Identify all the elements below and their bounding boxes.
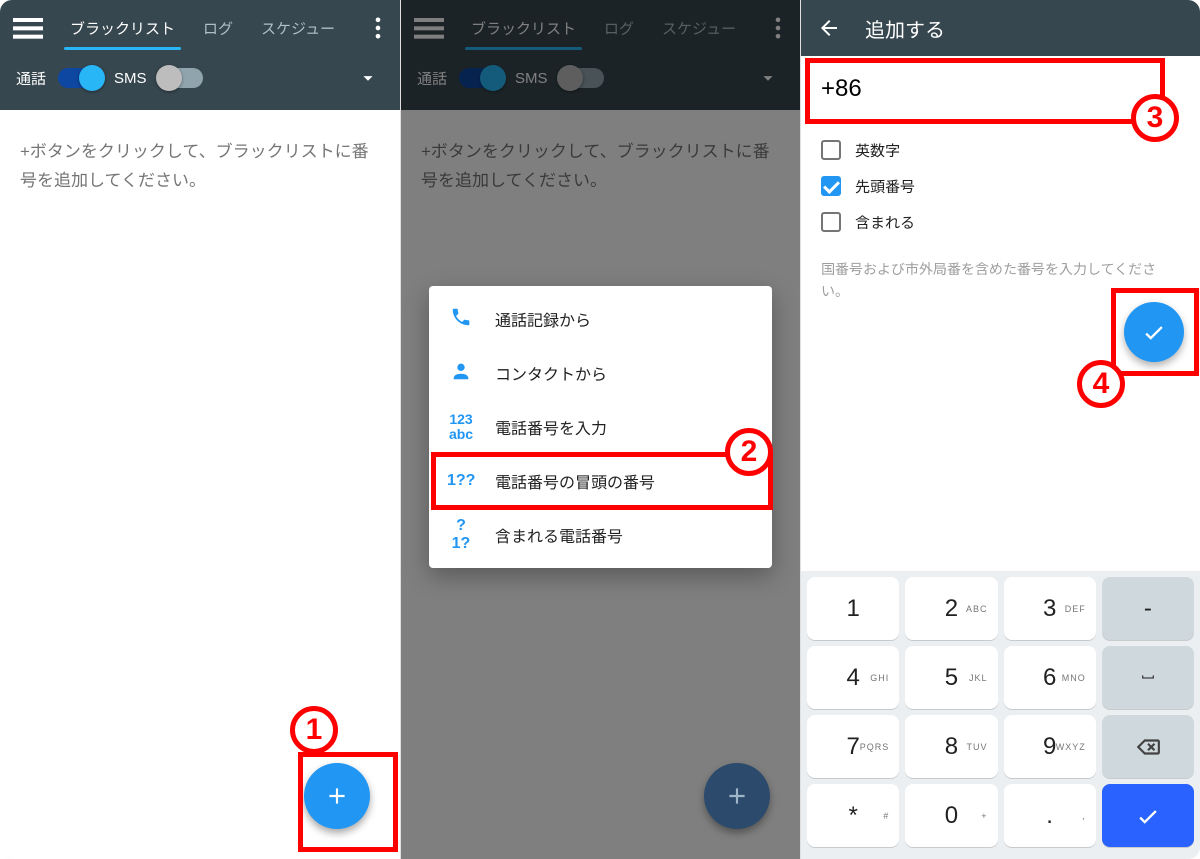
popup-item-label: 含まれる電話番号	[495, 523, 623, 547]
tab-label: ログ	[203, 18, 233, 39]
hamburger-menu-button[interactable]	[8, 8, 48, 48]
popup-item-label: コンタクトから	[495, 361, 607, 385]
empty-state-text: +ボタンをクリックして、ブラックリストに番号を追加してください。	[0, 110, 400, 224]
tab-schedule[interactable]: スケジュー	[247, 0, 349, 56]
popup-item-enter-number[interactable]: 123 abc 電話番号を入力	[429, 400, 772, 454]
popup-item-label: 電話番号の冒頭の番号	[495, 469, 655, 493]
person-icon	[447, 360, 475, 385]
popup-item-prefix-number[interactable]: 1?? 電話番号の冒頭の番号	[429, 454, 772, 508]
screen-3-add-number: 追加する 英数字 先頭番号 含まれる 国番号および市外局番を含めた番号を入力して…	[800, 0, 1200, 859]
key-minus[interactable]: -	[1102, 577, 1194, 640]
key-star[interactable]: *#	[807, 784, 899, 847]
check-icon	[1135, 803, 1161, 829]
add-fab-button[interactable]	[304, 763, 370, 829]
key-3[interactable]: 3DEF	[1004, 577, 1096, 640]
space-icon	[1136, 670, 1160, 686]
checkbox-row-contains[interactable]: 含まれる	[821, 204, 1180, 240]
app-bar: 追加する	[801, 0, 1200, 56]
checkbox-label: 含まれる	[855, 212, 915, 233]
tab-log[interactable]: ログ	[189, 0, 247, 56]
page-title: 追加する	[865, 14, 945, 43]
contains-pattern-icon: ?1?	[447, 517, 475, 552]
popup-item-from-contacts[interactable]: コンタクトから	[429, 346, 772, 400]
screen-1-blacklist-empty: ブラックリスト ログ スケジュー 通話 SMS +ボタンをクリックして、ブラック…	[0, 0, 400, 859]
checkbox-prefix[interactable]	[821, 176, 841, 196]
alphanumeric-icon: 123 abc	[447, 412, 475, 443]
tab-blacklist[interactable]: ブラックリスト	[56, 0, 189, 56]
tab-bar: ブラックリスト ログ スケジュー	[56, 0, 364, 56]
popup-item-contains-number[interactable]: ?1? 含まれる電話番号	[429, 508, 772, 562]
key-6[interactable]: 6MNO	[1004, 646, 1096, 709]
add-fab-button[interactable]	[704, 763, 770, 829]
key-1[interactable]: 1	[807, 577, 899, 640]
checkbox-row-prefix[interactable]: 先頭番号	[821, 168, 1180, 204]
prefix-pattern-icon: 1??	[447, 472, 475, 490]
checkbox-alnum[interactable]	[821, 140, 841, 160]
chevron-down-icon	[357, 67, 379, 89]
confirm-fab-button[interactable]	[1124, 302, 1184, 362]
key-7[interactable]: 7PQRS	[807, 715, 899, 778]
checkbox-contains[interactable]	[821, 212, 841, 232]
screen-2-add-menu: ブラックリスト ログ スケジュー 通話 SMS +ボタンをクリックして、ブラック…	[400, 0, 800, 859]
overflow-menu-button[interactable]	[364, 8, 392, 48]
app-bar: ブラックリスト ログ スケジュー 通話 SMS	[0, 0, 400, 110]
key-8[interactable]: 8TUV	[905, 715, 997, 778]
phone-number-input[interactable]	[821, 75, 1180, 103]
key-dot[interactable]: .,	[1004, 784, 1096, 847]
key-0[interactable]: 0+	[905, 784, 997, 847]
key-9[interactable]: 9WXYZ	[1004, 715, 1096, 778]
checkbox-label: 英数字	[855, 140, 900, 161]
checkbox-label: 先頭番号	[855, 176, 915, 197]
plus-icon	[724, 783, 750, 809]
popup-item-label: 通話記録から	[495, 307, 591, 331]
numeric-keypad: 1 2ABC 3DEF - 4GHI 5JKL 6MNO 7PQRS 8TUV …	[801, 571, 1200, 859]
sms-toggle-label: SMS	[114, 70, 147, 87]
number-input-row	[801, 56, 1200, 122]
popup-item-label: 電話番号を入力	[495, 415, 607, 439]
tab-label: スケジュー	[261, 18, 335, 39]
call-toggle-label: 通話	[16, 68, 46, 89]
hamburger-icon	[8, 8, 48, 48]
annotation-number-1: 1	[290, 706, 338, 754]
key-4[interactable]: 4GHI	[807, 646, 899, 709]
key-space[interactable]	[1102, 646, 1194, 709]
phone-icon	[447, 306, 475, 331]
popup-item-from-call-log[interactable]: 通話記録から	[429, 292, 772, 346]
sms-toggle-switch[interactable]	[159, 68, 203, 88]
add-options-popup: 通話記録から コンタクトから 123 abc 電話番号を入力 1?? 電話番号の…	[429, 286, 772, 568]
more-vert-icon	[364, 14, 392, 42]
plus-icon	[324, 783, 350, 809]
key-enter[interactable]	[1102, 784, 1194, 847]
tab-label: ブラックリスト	[70, 18, 175, 39]
annotation-number-4: 4	[1077, 360, 1125, 408]
back-button[interactable]	[813, 12, 845, 44]
key-5[interactable]: 5JKL	[905, 646, 997, 709]
checkbox-row-alnum[interactable]: 英数字	[821, 132, 1180, 168]
arrow-back-icon	[817, 16, 841, 40]
checkbox-group: 英数字 先頭番号 含まれる	[801, 122, 1200, 240]
backspace-icon	[1135, 734, 1161, 760]
key-2[interactable]: 2ABC	[905, 577, 997, 640]
check-icon	[1141, 319, 1167, 345]
key-backspace[interactable]	[1102, 715, 1194, 778]
expand-button[interactable]	[352, 62, 384, 94]
call-toggle-switch[interactable]	[58, 68, 102, 88]
